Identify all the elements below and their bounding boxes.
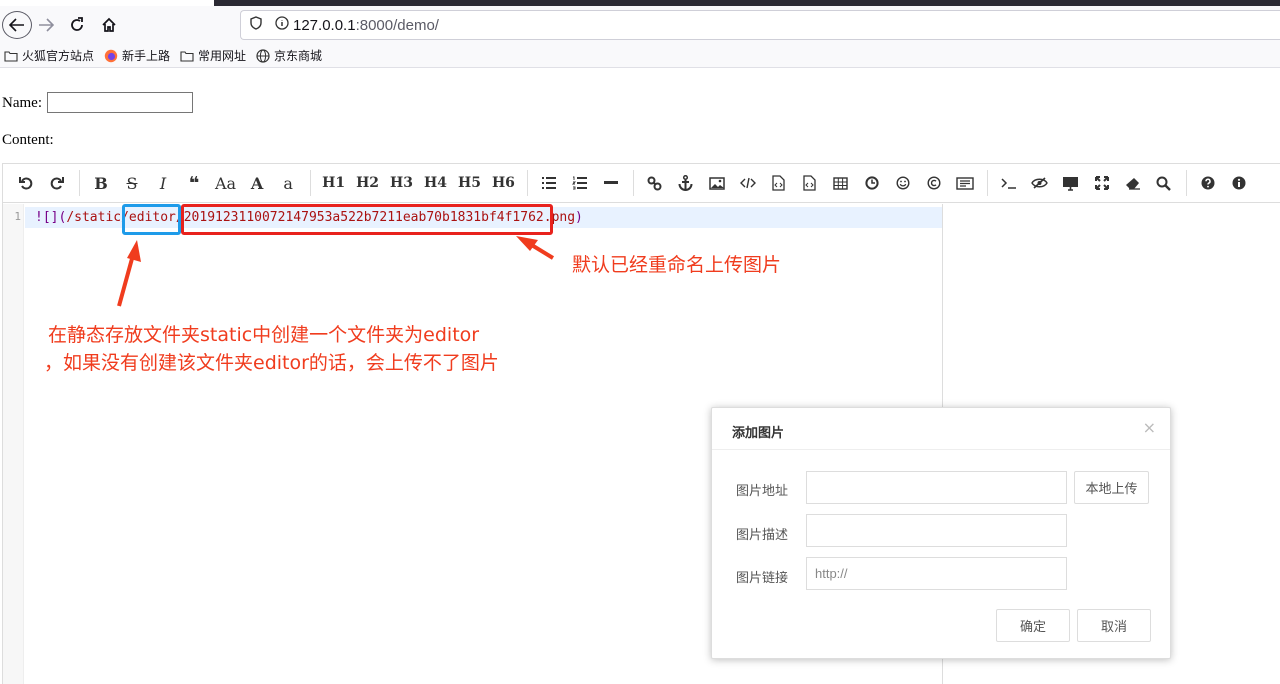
redo-icon[interactable]: [44, 170, 70, 196]
folder-icon: [4, 50, 18, 62]
bookmark-item[interactable]: 常用网址: [180, 47, 246, 64]
content-label: Content:: [2, 132, 54, 148]
h5-button[interactable]: H5: [455, 170, 484, 196]
site-info-icon[interactable]: [271, 16, 293, 34]
clear-icon[interactable]: [1120, 170, 1146, 196]
search-icon[interactable]: [1151, 170, 1177, 196]
annotation-folder-note-line2: ，如果没有创建该文件夹editor的话，会上传不了图片: [44, 352, 499, 374]
forward-button[interactable]: [34, 10, 58, 40]
firefox-icon: [104, 49, 118, 63]
toolbar-divider: [986, 170, 988, 196]
globe-icon: [256, 48, 270, 63]
info-icon[interactable]: [1226, 170, 1252, 196]
line-number: 1: [14, 210, 21, 223]
line-gutter: 1: [3, 204, 24, 684]
uppercase-button[interactable]: A: [244, 170, 270, 196]
url-bar[interactable]: 127.0.0.1:8000/demo/: [240, 10, 1280, 40]
toolbar-divider: [632, 170, 634, 196]
forward-arrow-icon: [39, 18, 54, 32]
anchor-icon[interactable]: [673, 170, 699, 196]
tracking-shield-icon[interactable]: [241, 16, 271, 34]
image-description-input[interactable]: [806, 514, 1067, 547]
bookmark-item[interactable]: 新手上路: [104, 47, 170, 64]
url-host: 127.0.0.1: [293, 16, 356, 34]
home-icon: [102, 17, 116, 32]
toolbar-divider: [1185, 170, 1187, 196]
annotation-box-editor-folder: [122, 204, 181, 235]
code-block-icon[interactable]: [797, 170, 823, 196]
ordered-list-icon[interactable]: [567, 170, 593, 196]
strikethrough-button[interactable]: S: [119, 170, 145, 196]
markdown-image-syntax: ![](: [35, 210, 67, 225]
image-link-label: 图片链接: [736, 571, 789, 586]
navigation-toolbar: 127.0.0.1:8000/demo/: [0, 6, 1280, 44]
h6-button[interactable]: H6: [489, 170, 518, 196]
confirm-button[interactable]: 确定: [996, 609, 1070, 642]
editor-toolbar: B S I ❝ Aa A a H1 H2 H3 H4 H5 H6: [3, 164, 1280, 203]
url-path: :8000/demo/: [355, 16, 439, 34]
image-icon[interactable]: [704, 170, 730, 196]
toolbar-divider: [526, 170, 528, 196]
bookmark-label: 常用网址: [198, 49, 247, 63]
annotation-renamed-note: 默认已经重命名上传图片: [572, 254, 782, 276]
add-image-dialog: 添加图片 × 图片地址 本地上传 图片描述 图片链接 http:// 确定 取消: [711, 407, 1171, 659]
bold-button[interactable]: B: [88, 170, 114, 196]
fullscreen-icon[interactable]: [1089, 170, 1115, 196]
uppercase-first-button[interactable]: Aa: [212, 170, 239, 196]
back-arrow-icon: [9, 18, 24, 32]
annotation-box-renamed-file: [181, 204, 553, 235]
lowercase-button[interactable]: a: [275, 170, 301, 196]
reload-button[interactable]: [64, 10, 90, 40]
bookmarks-toolbar: 火狐官方站点 新手上路 常用网址 京东商城: [0, 44, 1280, 68]
horizontal-rule-icon[interactable]: [598, 170, 624, 196]
annotation-folder-note-line1: 在静态存放文件夹static中创建一个文件夹为editor: [48, 324, 480, 346]
inline-code-icon[interactable]: [735, 170, 761, 196]
help-icon[interactable]: [1195, 170, 1221, 196]
image-url-input[interactable]: [806, 471, 1067, 504]
h1-button[interactable]: H1: [319, 170, 348, 196]
image-link-input[interactable]: http://: [806, 557, 1067, 590]
back-button[interactable]: [2, 11, 32, 39]
bookmark-label: 火狐官方站点: [22, 49, 95, 63]
italic-button[interactable]: I: [150, 170, 176, 196]
h2-button[interactable]: H2: [353, 170, 382, 196]
dialog-title: 添加图片: [732, 426, 785, 441]
datetime-icon[interactable]: [859, 170, 885, 196]
toolbar-divider: [310, 170, 312, 196]
cancel-button[interactable]: 取消: [1077, 609, 1151, 642]
watch-toggle-icon[interactable]: [1027, 170, 1053, 196]
close-icon[interactable]: ×: [1143, 418, 1156, 437]
local-upload-button[interactable]: 本地上传: [1074, 471, 1149, 504]
name-label: Name:: [2, 95, 42, 111]
toolbar-divider: [79, 170, 80, 196]
image-url-label: 图片地址: [736, 484, 789, 499]
unordered-list-icon[interactable]: [536, 170, 562, 196]
markdown-close-paren: ): [575, 210, 583, 225]
preview-icon[interactable]: [1058, 170, 1084, 196]
h4-button[interactable]: H4: [421, 170, 450, 196]
table-icon[interactable]: [828, 170, 854, 196]
image-description-label: 图片描述: [736, 528, 789, 543]
goto-line-icon[interactable]: [996, 170, 1022, 196]
link-icon[interactable]: [642, 170, 668, 196]
bookmark-item[interactable]: 京东商城: [256, 47, 322, 64]
html-entities-icon[interactable]: [921, 170, 947, 196]
undo-icon[interactable]: [13, 170, 39, 196]
folder-icon: [180, 50, 194, 62]
pagebreak-icon[interactable]: [952, 170, 978, 196]
quote-button[interactable]: ❝: [181, 170, 207, 196]
code-file-icon[interactable]: [766, 170, 792, 196]
home-button[interactable]: [96, 10, 122, 40]
reload-icon: [71, 17, 83, 31]
h3-button[interactable]: H3: [387, 170, 416, 196]
name-input[interactable]: [47, 92, 193, 113]
bookmark-item[interactable]: 火狐官方站点: [4, 47, 94, 64]
bookmark-label: 新手上路: [122, 49, 171, 63]
emoji-icon[interactable]: [890, 170, 916, 196]
dialog-header: 添加图片 ×: [712, 408, 1170, 450]
bookmark-label: 京东商城: [274, 49, 323, 63]
